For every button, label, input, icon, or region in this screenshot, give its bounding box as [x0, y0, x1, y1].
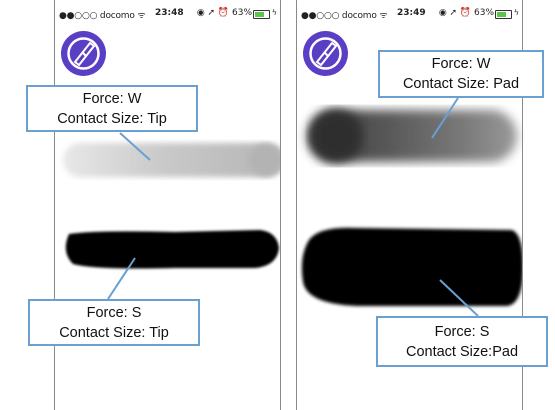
- pen-nib-logo-icon[interactable]: [61, 31, 106, 76]
- callout-force-label: Force: W: [431, 56, 491, 72]
- stroke-weak-tip: [63, 143, 280, 177]
- callout-contact-size-label: Contact Size: Tip: [57, 110, 167, 127]
- carrier-label: ●●○○○ docomo ᯤ: [59, 11, 146, 21]
- callout-contact-size-label: Contact Size: Tip: [59, 324, 169, 341]
- callout-force-s-pad: Force: S Contact Size:Pad: [376, 316, 548, 367]
- stroke-strong-tip: [65, 230, 279, 269]
- stroke-weak-pad: [307, 110, 517, 162]
- callout-force-s-tip: Force: S Contact Size: Tip: [28, 299, 200, 346]
- callout-force-w-tip: Force: W Contact Size: Tip: [26, 85, 198, 132]
- status-bar: ●●○○○ docomo ᯤ 23:48 ◉ ➚ ⏰ 63% ϟ: [55, 8, 280, 22]
- stroke-strong-pad: [301, 227, 522, 306]
- charging-bolt-icon: ϟ: [513, 8, 519, 17]
- phone-screen-left: ●●○○○ docomo ᯤ 23:48 ◉ ➚ ⏰ 63% ϟ Force: …: [26, 0, 281, 410]
- phone-screen-right: ●●○○○ docomo ᯤ 23:49 ◉ ➚ ⏰ 63% ϟ Force: …: [296, 0, 548, 410]
- callout-contact-size-label: Contact Size:Pad: [405, 343, 519, 360]
- callout-force-label: Force: S: [434, 323, 490, 340]
- callout-force-label: Force: W: [82, 90, 142, 107]
- charging-bolt-icon: ϟ: [271, 8, 277, 17]
- carrier-label: ●●○○○ docomo ᯤ: [301, 11, 388, 21]
- callout-contact-size-label: Contact Size: Pad: [402, 76, 520, 92]
- clock-time: 23:48: [155, 8, 184, 18]
- status-icons: ◉ ➚ ⏰ 63%: [438, 8, 494, 18]
- battery-icon: [253, 10, 270, 19]
- status-icons: ◉ ➚ ⏰ 63%: [196, 8, 252, 18]
- pen-nib-logo-icon[interactable]: [303, 31, 348, 76]
- callout-force-label: Force: S: [86, 304, 142, 321]
- battery-icon: [495, 10, 512, 19]
- callout-force-w-pad: Force: W Contact Size: Pad: [378, 50, 544, 98]
- status-bar: ●●○○○ docomo ᯤ 23:49 ◉ ➚ ⏰ 63% ϟ: [297, 8, 522, 22]
- clock-time: 23:49: [397, 8, 426, 18]
